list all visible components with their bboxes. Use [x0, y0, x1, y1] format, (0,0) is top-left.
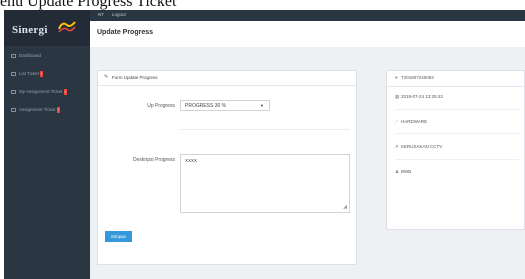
sidebar-item-assignment-ticket[interactable]: Assignment Ticket!: [4, 103, 90, 117]
top-bar: NT Logout: [90, 10, 525, 21]
caption: enu Update Progress Ticket: [0, 0, 177, 10]
sidebar-item-label: List Ticket: [19, 71, 40, 76]
subject-row: ✗ KERUSAKAN CCTV: [395, 144, 442, 150]
list-icon: [11, 108, 16, 112]
notification-badge: !: [63, 89, 67, 95]
main-content: ✎ Form Update Progress Up Progress PROGR…: [90, 47, 525, 279]
progress-select[interactable]: PROGRESS 30 % ▾: [180, 100, 270, 111]
notification-badge: !: [56, 107, 60, 113]
panel-title: Form Update Progress: [112, 75, 158, 80]
user-menu[interactable]: NT: [98, 12, 104, 17]
grid-icon: [11, 54, 16, 58]
user-row: ♟ BWB: [395, 169, 411, 175]
pencil-icon: ✎: [104, 74, 109, 80]
sidebar-item-label: Dashboard: [19, 53, 42, 58]
progress-label: Up Progress: [147, 103, 175, 109]
update-progress-form: ✎ Form Update Progress Up Progress PROGR…: [97, 70, 357, 265]
logout-link[interactable]: Logout: [112, 12, 126, 17]
page-title: Update Progress: [97, 29, 154, 36]
progress-selected-value: PROGRESS 30 %: [185, 103, 227, 109]
sidebar: Sinergi Dashboard List Ticket! My Assign…: [4, 10, 90, 279]
ticket-datetime: 2018-07-24 13:25:43: [401, 94, 443, 99]
brand[interactable]: Sinergi: [4, 10, 90, 46]
ticket-subject: KERUSAKAN CCTV: [401, 144, 443, 149]
sidebar-item-label: My Assignment Ticket: [19, 89, 63, 94]
description-label: Deskripsi Progress: [133, 157, 175, 163]
caret-down-icon: ▾: [260, 103, 263, 108]
resize-grip-icon[interactable]: ◢: [343, 204, 347, 210]
save-button[interactable]: Simpan: [105, 231, 132, 242]
ticket-user: BWB: [401, 169, 412, 174]
brand-logo-icon: [58, 21, 76, 33]
notification-badge: !: [40, 71, 44, 77]
page-header: Update Progress: [90, 21, 525, 48]
description-value: XXXX: [185, 158, 198, 163]
panel-header: ✎ Form Update Progress: [98, 71, 356, 86]
ticket-number: T201807240063: [401, 75, 434, 80]
list-icon: [11, 72, 16, 76]
sidebar-item-list-ticket[interactable]: List Ticket!: [4, 67, 90, 81]
ticket-category: HARDWARE: [401, 119, 428, 124]
ticket-info-panel: ♥ T201807240063 ▦ 2018-07-24 13:25:43 ⟋ HAR…: [386, 70, 525, 230]
list-icon: [11, 90, 16, 94]
category-row: ⟋ HARDWARE: [395, 119, 427, 124]
ticket-number-row: ♥ T201807240063: [395, 75, 434, 80]
brand-name: Sinergi: [12, 24, 48, 36]
app-window: Sinergi Dashboard List Ticket! My Assign…: [4, 10, 525, 279]
divider: [180, 129, 350, 130]
description-textarea[interactable]: XXXX ◢: [180, 154, 350, 213]
sidebar-item-label: Assignment Ticket: [19, 107, 56, 112]
datetime-row: ▦ 2018-07-24 13:25:43: [395, 94, 443, 100]
sidebar-item-my-assignment-ticket[interactable]: My Assignment Ticket!: [4, 85, 90, 99]
sidebar-item-dashboard[interactable]: Dashboard: [4, 49, 90, 63]
